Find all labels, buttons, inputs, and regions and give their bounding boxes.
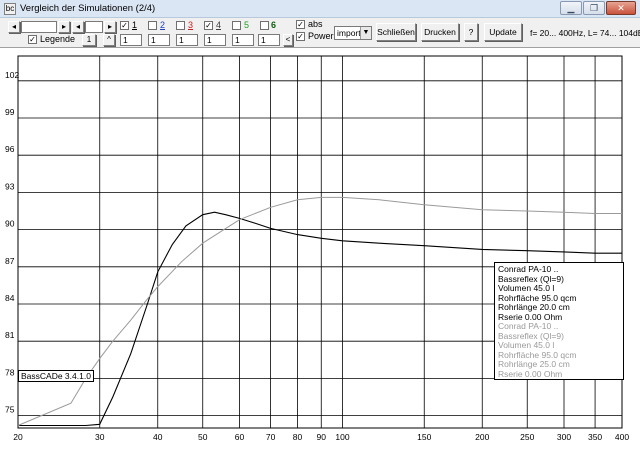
range-info: f= 20... 400Hz, L= 74... 104dB xyxy=(530,28,640,38)
minimize-button[interactable]: ▁ xyxy=(560,1,582,15)
nav-next2-button[interactable]: ▸ xyxy=(104,21,116,33)
chevron-down-icon: ▼ xyxy=(360,27,371,39)
y-tick-label: 87 xyxy=(5,256,15,266)
app-icon: bc xyxy=(4,3,16,15)
x-tick-label: 20 xyxy=(13,432,23,442)
caret-button[interactable]: ^ xyxy=(103,34,115,46)
series-6-checkbox[interactable] xyxy=(260,21,269,30)
window-titlebar: bc Vergleich der Simulationen (2/4) ▁ ❐ … xyxy=(0,0,640,18)
help-button[interactable]: ? xyxy=(464,23,478,41)
series-1-field[interactable]: 1 xyxy=(120,34,142,46)
maximize-button[interactable]: ❐ xyxy=(583,1,605,15)
series-5-field[interactable]: 1 xyxy=(232,34,254,46)
x-tick-label: 60 xyxy=(235,432,245,442)
power-checkbox[interactable]: ✓ xyxy=(296,32,305,41)
x-tick-label: 250 xyxy=(520,432,534,442)
series-5-checkbox[interactable] xyxy=(232,21,241,30)
chart-legend: Conrad PA-10 .. Bassreflex (Ql=9) Volume… xyxy=(494,262,624,380)
x-tick-label: 100 xyxy=(335,432,349,442)
update-button[interactable]: Update xyxy=(484,23,522,41)
response-chart: 20 30 40 50 60 70 80 90 100 150 200 250 300 350 400 75 7… xyxy=(5,55,629,442)
x-tick-label: 40 xyxy=(153,432,163,442)
x-tick-label: 90 xyxy=(317,432,327,442)
y-tick-label: 81 xyxy=(5,330,15,340)
series-4-label: 4 xyxy=(216,20,222,30)
series-1-label: 1 xyxy=(132,20,138,30)
window-title: Vergleich der Simulationen (2/4) xyxy=(20,3,156,14)
nav-next-button[interactable]: ▸ xyxy=(58,21,70,33)
x-tick-label: 50 xyxy=(198,432,208,442)
series-3-checkbox[interactable] xyxy=(176,21,185,30)
y-tick-label: 90 xyxy=(5,219,15,229)
series-3-label: 3 xyxy=(188,20,194,30)
nav-first-button[interactable]: ◂ xyxy=(8,21,20,33)
schliessen-button[interactable]: Schließen xyxy=(376,23,416,41)
plot-frame: 20 30 40 50 60 70 80 90 100 150 200 250 300 350 400 75 7… xyxy=(0,48,640,450)
x-tick-label: 200 xyxy=(475,432,489,442)
series-6-label: 6 xyxy=(271,20,277,30)
x-tick-label: 70 xyxy=(266,432,276,442)
version-label: BassCADe 3.4.1.0 xyxy=(18,370,94,382)
legend-label: Legende xyxy=(40,34,76,44)
series-3-field[interactable]: 1 xyxy=(176,34,198,46)
legend-checkbox[interactable]: ✓ xyxy=(28,35,37,44)
x-tick-label: 300 xyxy=(557,432,571,442)
series-2-checkbox[interactable] xyxy=(148,21,157,30)
series-4-checkbox[interactable]: ✓ xyxy=(204,21,213,30)
x-tick-label: 150 xyxy=(417,432,431,442)
y-tick-label: 96 xyxy=(5,144,15,154)
y-tick-label: 102 xyxy=(5,70,19,80)
import-select[interactable]: import ▼ xyxy=(334,26,372,40)
x-tick-label: 400 xyxy=(615,432,629,442)
toolbar: ◂ ▸ ◂ ▸ ✓ Legende 1 ^ ✓ 1 1 2 1 3 1 ✓ 4 … xyxy=(0,18,640,48)
y-tick-label: 78 xyxy=(5,367,15,377)
x-tick-label: 30 xyxy=(95,432,105,442)
y-tick-label: 84 xyxy=(5,293,15,303)
legend-set2-line-6: Rserie 0.00 Ohm xyxy=(498,368,563,379)
y-tick-label: 93 xyxy=(5,181,15,191)
series-5-label: 5 xyxy=(244,20,250,30)
drucken-button[interactable]: Drucken xyxy=(421,23,459,41)
nav-prev-button[interactable]: ◂ xyxy=(72,21,84,33)
power-label: Power xyxy=(308,31,334,41)
series-2-field[interactable]: 1 xyxy=(148,34,170,46)
lt-button[interactable]: < xyxy=(283,34,293,46)
import-select-value: import xyxy=(337,28,361,38)
y-tick-label: 99 xyxy=(5,107,15,117)
nav-field-2[interactable] xyxy=(85,21,103,33)
nav-field-1[interactable] xyxy=(21,21,57,33)
x-tick-label: 80 xyxy=(293,432,303,442)
series-2-label: 2 xyxy=(160,20,166,30)
abs-checkbox[interactable]: ✓ xyxy=(296,20,305,29)
series-4-field[interactable]: 1 xyxy=(204,34,226,46)
number-button[interactable]: 1 xyxy=(82,34,96,46)
series-6-field[interactable]: 1 xyxy=(258,34,280,46)
series-1-checkbox[interactable]: ✓ xyxy=(120,21,129,30)
x-tick-label: 350 xyxy=(588,432,602,442)
abs-label: abs xyxy=(308,19,323,29)
close-button[interactable]: ✕ xyxy=(606,1,636,15)
y-tick-label: 75 xyxy=(5,405,15,415)
